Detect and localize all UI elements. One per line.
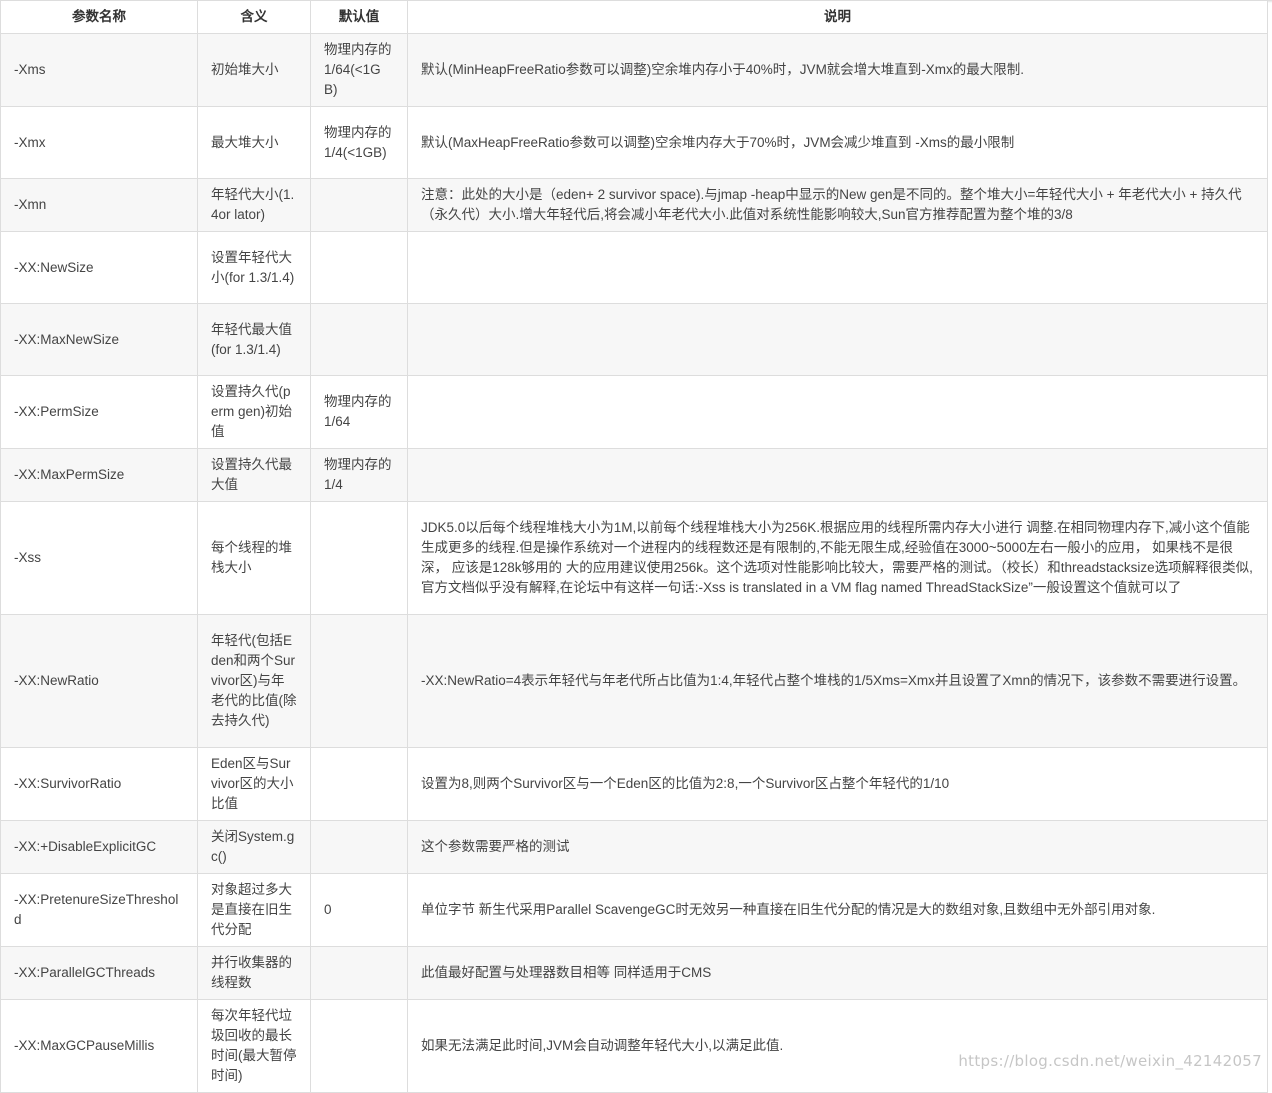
param-desc-cell: 注意：此处的大小是（eden+ 2 survivor space).与jmap … bbox=[407, 178, 1268, 232]
param-name-cell: -XX:ParallelGCThreads bbox=[0, 946, 198, 1000]
param-meaning-cell: 年轻代大小(1.4or lator) bbox=[197, 178, 311, 232]
param-desc-cell: 这个参数需要严格的测试 bbox=[407, 820, 1268, 874]
param-desc-cell: 默认(MinHeapFreeRatio参数可以调整)空余堆内存小于40%时，JV… bbox=[407, 33, 1268, 107]
param-name-cell: -XX:MaxNewSize bbox=[0, 303, 198, 376]
param-name-cell: -XX:PretenureSizeThreshold bbox=[0, 873, 198, 947]
param-name-cell: -XX:+DisableExplicitGC bbox=[0, 820, 198, 874]
param-name-cell: -Xmx bbox=[0, 106, 198, 179]
param-default-cell bbox=[310, 501, 408, 615]
param-default-cell bbox=[310, 231, 408, 304]
table-row: -XX:PermSize 设置持久代(perm gen)初始值 物理内存的1/6… bbox=[0, 375, 1268, 449]
param-meaning-cell: 每次年轻代垃圾回收的最长时间(最大暂停时间) bbox=[197, 999, 311, 1093]
table-row: -XX:NewSize 设置年轻代大小(for 1.3/1.4) bbox=[0, 231, 1268, 304]
param-name-cell: -Xss bbox=[0, 501, 198, 615]
table-row: -Xmx 最大堆大小 物理内存的1/4(<1GB) 默认(MaxHeapFree… bbox=[0, 106, 1268, 179]
param-name-cell: -XX:MaxPermSize bbox=[0, 448, 198, 502]
param-desc-cell: 单位字节 新生代采用Parallel ScavengeGC时无效另一种直接在旧生… bbox=[407, 873, 1268, 947]
param-meaning-cell: Eden区与Survivor区的大小比值 bbox=[197, 747, 311, 821]
table-row: -XX:MaxPermSize 设置持久代最大值 物理内存的1/4 bbox=[0, 448, 1268, 502]
table-row: -XX:MaxGCPauseMillis 每次年轻代垃圾回收的最长时间(最大暂停… bbox=[0, 999, 1268, 1093]
param-desc-cell bbox=[407, 231, 1268, 304]
param-name-cell: -XX:NewRatio bbox=[0, 614, 198, 748]
param-meaning-cell: 设置持久代(perm gen)初始值 bbox=[197, 375, 311, 449]
param-desc-cell: 此值最好配置与处理器数目相等 同样适用于CMS bbox=[407, 946, 1268, 1000]
table-row: -XX:ParallelGCThreads 并行收集器的线程数 此值最好配置与处… bbox=[0, 946, 1268, 1000]
table-row: -Xms 初始堆大小 物理内存的1/64(<1GB) 默认(MinHeapFre… bbox=[0, 33, 1268, 107]
param-name-cell: -XX:PermSize bbox=[0, 375, 198, 449]
csdn-watermark: https://blog.csdn.net/weixin_42142057 bbox=[958, 1052, 1262, 1070]
param-meaning-cell: 初始堆大小 bbox=[197, 33, 311, 107]
param-meaning-cell: 对象超过多大是直接在旧生代分配 bbox=[197, 873, 311, 947]
table-row: -XX:+DisableExplicitGC 关闭System.gc() 这个参… bbox=[0, 820, 1268, 874]
param-default-cell bbox=[310, 303, 408, 376]
param-desc-cell bbox=[407, 303, 1268, 376]
param-meaning-cell: 年轻代(包括Eden和两个Survivor区)与年老代的比值(除去持久代) bbox=[197, 614, 311, 748]
param-meaning-cell: 关闭System.gc() bbox=[197, 820, 311, 874]
table-row: -XX:PretenureSizeThreshold 对象超过多大是直接在旧生代… bbox=[0, 873, 1268, 947]
param-desc-cell bbox=[407, 448, 1268, 502]
table-header-row: 参数名称 含义 默认值 说明 bbox=[0, 0, 1268, 34]
table-row: -Xss 每个线程的堆栈大小 JDK5.0以后每个线程堆栈大小为1M,以前每个线… bbox=[0, 501, 1268, 615]
param-default-cell bbox=[310, 614, 408, 748]
param-desc-cell bbox=[407, 375, 1268, 449]
param-name-cell: -Xms bbox=[0, 33, 198, 107]
param-default-cell: 物理内存的1/64 bbox=[310, 375, 408, 449]
param-meaning-cell: 每个线程的堆栈大小 bbox=[197, 501, 311, 615]
param-default-cell: 物理内存的1/4 bbox=[310, 448, 408, 502]
table-row: -Xmn 年轻代大小(1.4or lator) 注意：此处的大小是（eden+ … bbox=[0, 178, 1268, 232]
jvm-params-table-container: 参数名称 含义 默认值 说明 -Xms 初始堆大小 物理内存的1/64(<1GB… bbox=[0, 0, 1268, 1093]
param-meaning-cell: 并行收集器的线程数 bbox=[197, 946, 311, 1000]
param-default-cell bbox=[310, 820, 408, 874]
param-default-cell: 0 bbox=[310, 873, 408, 947]
header-param-name: 参数名称 bbox=[0, 0, 198, 34]
param-name-cell: -Xmn bbox=[0, 178, 198, 232]
param-meaning-cell: 最大堆大小 bbox=[197, 106, 311, 179]
param-desc-cell: JDK5.0以后每个线程堆栈大小为1M,以前每个线程堆栈大小为256K.根据应用… bbox=[407, 501, 1268, 615]
param-name-cell: -XX:NewSize bbox=[0, 231, 198, 304]
param-default-cell bbox=[310, 946, 408, 1000]
header-meaning: 含义 bbox=[197, 0, 311, 34]
param-default-cell bbox=[310, 999, 408, 1093]
param-name-cell: -XX:MaxGCPauseMillis bbox=[0, 999, 198, 1093]
param-default-cell: 物理内存的1/4(<1GB) bbox=[310, 106, 408, 179]
jvm-params-table: 参数名称 含义 默认值 说明 -Xms 初始堆大小 物理内存的1/64(<1GB… bbox=[0, 0, 1268, 1093]
param-desc-cell: 设置为8,则两个Survivor区与一个Eden区的比值为2:8,一个Survi… bbox=[407, 747, 1268, 821]
param-meaning-cell: 设置持久代最大值 bbox=[197, 448, 311, 502]
param-default-cell bbox=[310, 747, 408, 821]
param-default-cell: 物理内存的1/64(<1GB) bbox=[310, 33, 408, 107]
param-desc-cell: 默认(MaxHeapFreeRatio参数可以调整)空余堆内存大于70%时，JV… bbox=[407, 106, 1268, 179]
header-default: 默认值 bbox=[310, 0, 408, 34]
header-description: 说明 bbox=[407, 0, 1268, 34]
param-default-cell bbox=[310, 178, 408, 232]
param-meaning-cell: 年轻代最大值(for 1.3/1.4) bbox=[197, 303, 311, 376]
param-name-cell: -XX:SurvivorRatio bbox=[0, 747, 198, 821]
table-row: -XX:MaxNewSize 年轻代最大值(for 1.3/1.4) bbox=[0, 303, 1268, 376]
param-meaning-cell: 设置年轻代大小(for 1.3/1.4) bbox=[197, 231, 311, 304]
param-desc-cell: 如果无法满足此时间,JVM会自动调整年轻代大小,以满足此值. bbox=[407, 999, 1268, 1093]
table-row: -XX:SurvivorRatio Eden区与Survivor区的大小比值 设… bbox=[0, 747, 1268, 821]
param-desc-cell: -XX:NewRatio=4表示年轻代与年老代所占比值为1:4,年轻代占整个堆栈… bbox=[407, 614, 1268, 748]
table-row: -XX:NewRatio 年轻代(包括Eden和两个Survivor区)与年老代… bbox=[0, 614, 1268, 748]
